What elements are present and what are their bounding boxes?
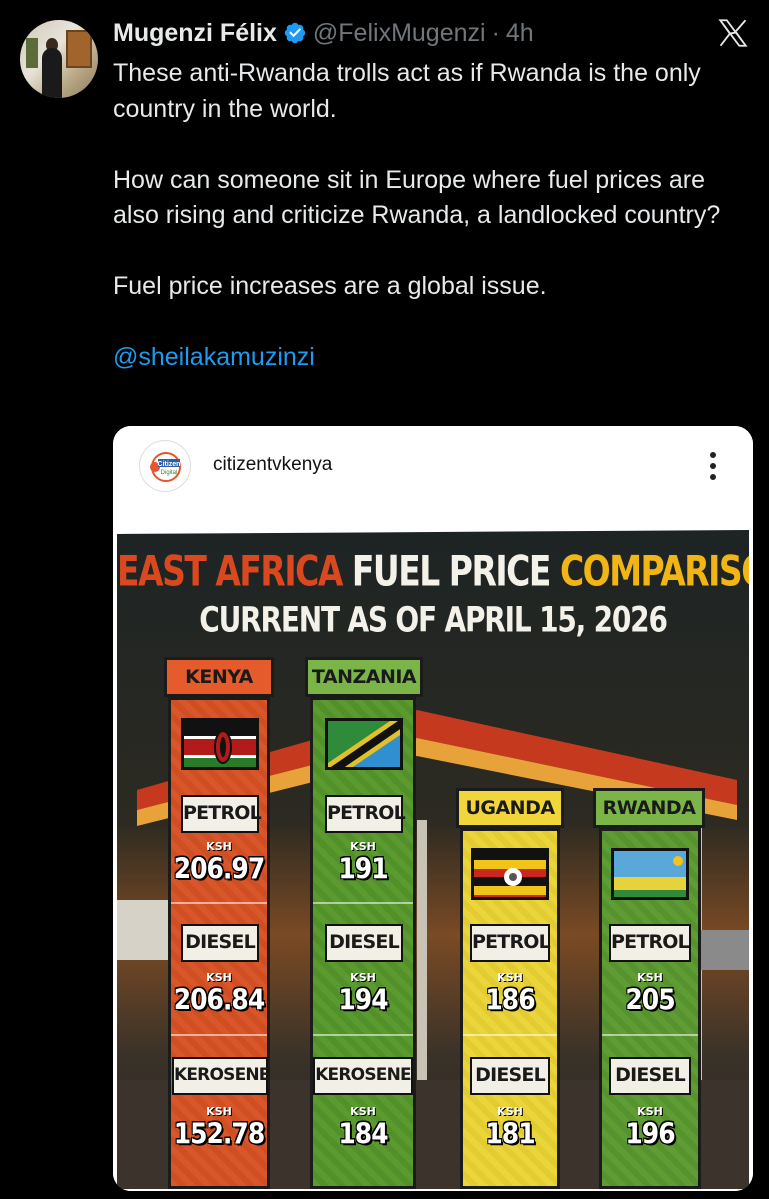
- country-label-rwanda: RWANDA: [593, 788, 705, 828]
- x-logo-icon[interactable]: [716, 16, 750, 50]
- fuel-label: DIESEL: [470, 1057, 550, 1095]
- fuel-price-poster: EAST AFRICA FUEL PRICE COMPARISON CURREN…: [113, 510, 753, 1191]
- price-value: 152.78: [173, 1116, 265, 1151]
- author-avatar[interactable]: [20, 20, 98, 98]
- fuel-label: PETROL: [470, 924, 551, 962]
- country-label-tanzania: TANZANIA: [305, 657, 423, 697]
- logo-text-bottom: Digital: [161, 470, 178, 476]
- fuel-label: KEROSENE: [172, 1057, 270, 1095]
- country-label-uganda: UGANDA: [456, 788, 564, 828]
- price-value: 181: [485, 1116, 535, 1151]
- fuel-label: DIESEL: [325, 924, 403, 962]
- embed-account-name[interactable]: citizentvkenya: [213, 454, 332, 476]
- fuel-label: DIESEL: [181, 924, 259, 962]
- price-value: 206.84: [173, 982, 265, 1017]
- author-handle[interactable]: @FelixMugenzi: [313, 19, 486, 48]
- fuel-label: PETROL: [181, 795, 262, 833]
- separator-dot: ·: [491, 18, 500, 47]
- embedded-media-card[interactable]: Citizen Digital citizentvkenya EAST AFRI…: [113, 426, 753, 1191]
- more-vertical-icon[interactable]: [703, 448, 723, 484]
- tweet-timestamp[interactable]: 4h: [506, 19, 534, 48]
- tweet-paragraph: How can someone sit in Europe where fuel…: [113, 165, 721, 230]
- fuel-label: PETROL: [325, 795, 406, 833]
- tanzania-flag-icon: [325, 718, 403, 770]
- rwanda-flag-icon: [611, 848, 689, 900]
- embed-header: Citizen Digital citizentvkenya: [113, 426, 753, 510]
- tweet-paragraph: Fuel price increases are a global issue.: [113, 272, 547, 300]
- mention-link[interactable]: @sheilakamuzinzi: [113, 340, 753, 376]
- fuel-label: DIESEL: [609, 1057, 691, 1095]
- tweet-paragraph: These anti-Rwanda trolls act as if Rwand…: [113, 59, 701, 123]
- tweet-body: These anti-Rwanda trolls act as if Rwand…: [113, 56, 753, 376]
- logo-text-top: Citizen: [158, 461, 181, 468]
- title-part-1: EAST AFRICA: [117, 546, 343, 596]
- uganda-flag-icon: [471, 848, 549, 900]
- poster-title: EAST AFRICA FUEL PRICE COMPARISON: [117, 546, 749, 596]
- price-value: 184: [338, 1116, 388, 1151]
- tweet-header: Mugenzi Félix @FelixMugenzi · 4h: [113, 18, 534, 48]
- fuel-label: PETROL: [609, 924, 691, 962]
- price-value: 194: [338, 982, 388, 1017]
- verified-badge-icon: [284, 22, 306, 44]
- fuel-label: KEROSENE: [313, 1057, 413, 1095]
- price-value: 191: [338, 851, 388, 886]
- price-value: 186: [485, 982, 535, 1017]
- title-part-2: FUEL PRICE: [351, 546, 552, 596]
- title-part-3: COMPARISON: [559, 546, 749, 596]
- kenya-flag-icon: [181, 718, 259, 770]
- country-label-kenya: KENYA: [164, 657, 274, 697]
- poster-subtitle: CURRENT AS OF APRIL 15, 2026: [199, 599, 668, 641]
- citizen-digital-logo[interactable]: Citizen Digital: [139, 440, 191, 492]
- price-value: 205: [625, 982, 675, 1017]
- price-value: 196: [625, 1116, 675, 1151]
- author-name[interactable]: Mugenzi Félix: [113, 19, 277, 48]
- price-value: 206.97: [173, 851, 265, 886]
